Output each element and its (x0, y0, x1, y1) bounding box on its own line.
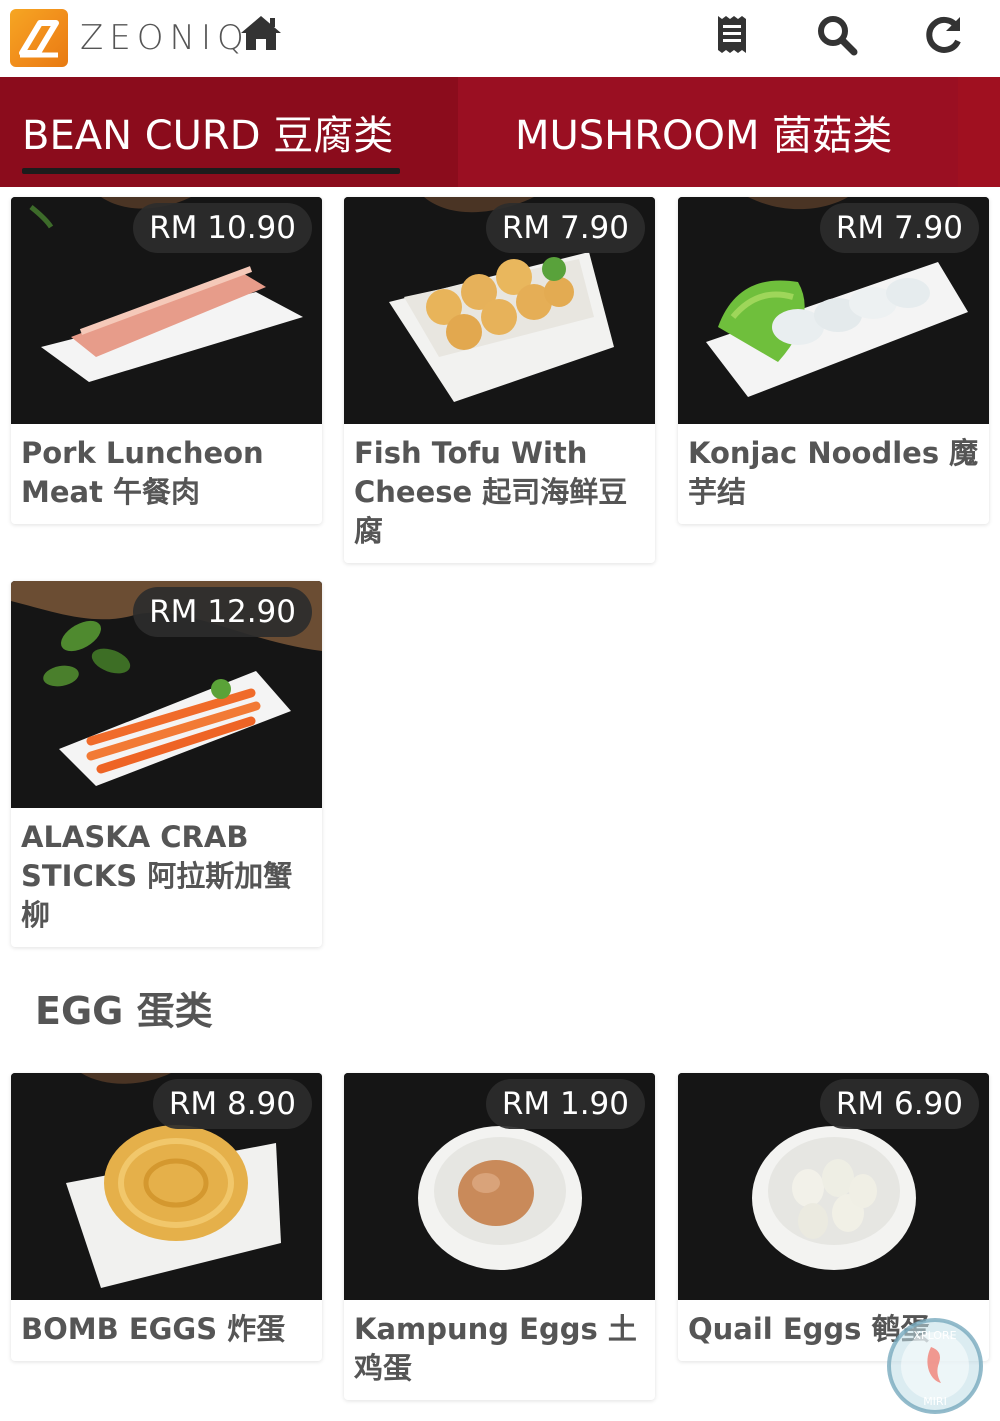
food-photo: RM 6.90 (678, 1073, 989, 1300)
search-icon[interactable] (815, 13, 859, 57)
price-badge: RM 7.90 (819, 203, 979, 253)
price-badge: RM 12.90 (133, 587, 312, 637)
price-badge: RM 6.90 (819, 1079, 979, 1129)
top-header: ZEONIQ (0, 0, 1000, 77)
food-photo: RM 12.90 (11, 581, 322, 808)
tab-mushroom[interactable]: MUSHROOM 菌菇类 (458, 77, 958, 187)
price-badge: RM 10.90 (133, 203, 312, 253)
food-photo: RM 7.90 (678, 197, 989, 424)
receipt-icon[interactable] (710, 13, 754, 57)
menu-item-card[interactable]: RM 1.90 Kampung Eggs 土鸡蛋 (344, 1073, 655, 1400)
logo-mark-icon (10, 9, 68, 67)
item-name: BOMB EGGS 炸蛋 (21, 1312, 286, 1346)
refresh-icon[interactable] (922, 13, 966, 57)
tab-bean-curd[interactable]: BEAN CURD 豆腐类 (0, 77, 458, 187)
food-photo: RM 7.90 (344, 197, 655, 424)
section-title-egg: EGG 蛋类 (35, 989, 213, 1033)
food-photo: RM 10.90 (11, 197, 322, 424)
svg-text:MIRI: MIRI (923, 1395, 947, 1408)
tab-overflow-edge (958, 77, 1000, 187)
menu-item-card[interactable]: RM 7.90 Konjac Noodles 魔芋结 (678, 197, 989, 524)
tab-label: MUSHROOM 菌菇类 (515, 113, 893, 159)
app-screen: ZEONIQ BEAN CURD 豆腐类 MUSHROOM 菌菇类 RM 10.… (0, 0, 1000, 1421)
price-badge: RM 7.90 (485, 203, 645, 253)
brand-logo[interactable]: ZEONIQ (10, 9, 250, 67)
menu-item-card[interactable]: RM 7.90 Fish Tofu With Cheese 起司海鲜豆腐 (344, 197, 655, 563)
item-name: Konjac Noodles 魔芋结 (688, 436, 979, 509)
logo-text: ZEONIQ (80, 18, 250, 58)
menu-item-card[interactable]: RM 12.90 ALASKA CRAB STICKS 阿拉斯加蟹柳 (11, 581, 322, 947)
item-name: Fish Tofu With Cheese 起司海鲜豆腐 (354, 436, 628, 548)
menu-item-card[interactable]: RM 8.90 BOMB EGGS 炸蛋 (11, 1073, 322, 1361)
food-photo: RM 8.90 (11, 1073, 322, 1300)
tab-label: BEAN CURD 豆腐类 (22, 113, 394, 159)
menu-item-card[interactable]: RM 10.90 Pork Luncheon Meat 午餐肉 (11, 197, 322, 524)
food-photo: RM 1.90 (344, 1073, 655, 1300)
svg-text:XPLORE: XPLORE (913, 1329, 956, 1342)
item-name: ALASKA CRAB STICKS 阿拉斯加蟹柳 (21, 820, 293, 932)
category-tabs: BEAN CURD 豆腐类 MUSHROOM 菌菇类 (0, 77, 1000, 187)
item-name: Pork Luncheon Meat 午餐肉 (21, 436, 264, 509)
home-icon[interactable] (239, 14, 283, 52)
price-badge: RM 1.90 (485, 1079, 645, 1129)
active-tab-indicator (22, 168, 400, 174)
watermark-badge: XPLORE MIRI (883, 1317, 987, 1415)
price-badge: RM 8.90 (152, 1079, 312, 1129)
item-name: Kampung Eggs 土鸡蛋 (354, 1312, 637, 1385)
